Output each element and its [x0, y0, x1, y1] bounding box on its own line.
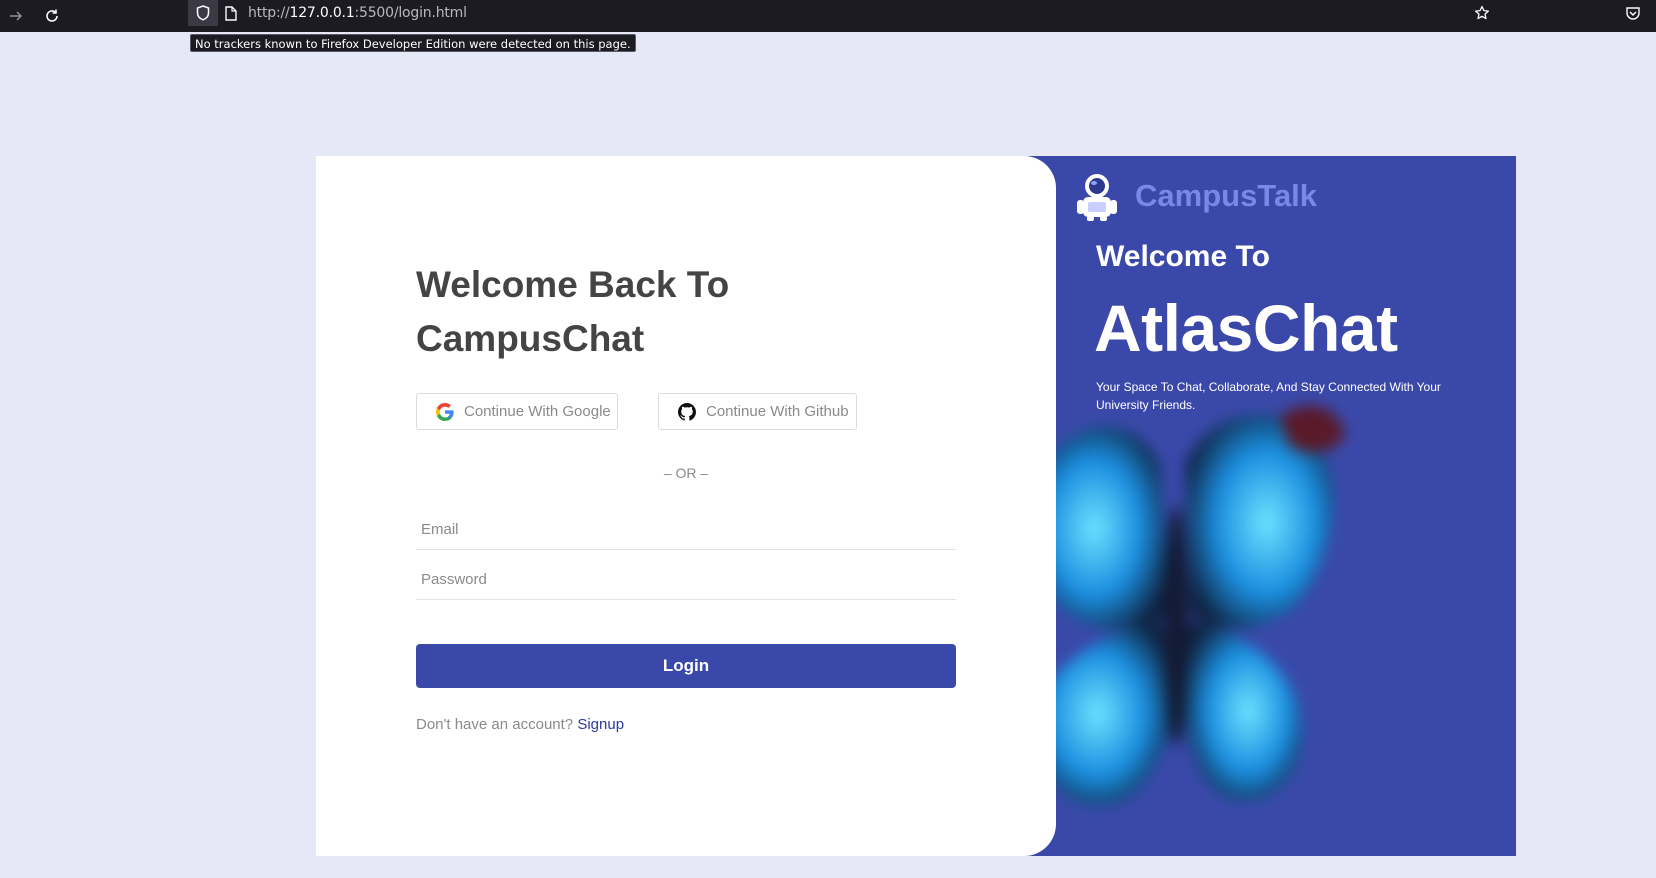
forward-arrow-icon[interactable]	[4, 4, 28, 28]
signup-prompt: Don't have an account? Signup	[416, 716, 624, 733]
promo-tagline: Your Space To Chat, Collaborate, And Sta…	[1096, 380, 1441, 412]
pocket-icon[interactable]	[1621, 1, 1645, 25]
promo-app-name: AtlasChat	[1094, 291, 1398, 365]
reload-icon[interactable]	[40, 4, 64, 28]
title-line-1: Welcome Back To	[416, 264, 730, 305]
promo-welcome: Welcome To	[1096, 240, 1270, 273]
signup-link[interactable]: Signup	[577, 716, 624, 733]
url-path: :5500/login.html	[354, 5, 468, 21]
google-icon	[436, 402, 454, 421]
google-button-label: Continue With Google	[464, 403, 611, 420]
butterfly-image	[1020, 396, 1390, 856]
no-account-text: Don't have an account?	[416, 716, 574, 733]
astronaut-logo-icon	[1074, 170, 1120, 222]
tracker-tooltip: No trackers known to Firefox Developer E…	[190, 34, 636, 52]
page-icon	[224, 5, 238, 21]
shield-icon[interactable]	[188, 0, 218, 26]
url-prefix: http://	[248, 5, 290, 21]
github-icon	[678, 402, 696, 421]
url-host: 127.0.0.1	[289, 5, 355, 21]
brand-name: CampusTalk	[1135, 178, 1318, 213]
or-divider: – OR –	[663, 465, 709, 481]
github-login-button[interactable]: Continue With Github	[658, 393, 857, 430]
login-button[interactable]: Login	[416, 644, 956, 688]
star-icon[interactable]	[1470, 1, 1494, 25]
github-button-label: Continue With Github	[706, 403, 849, 420]
promo-panel: CampusTalk Welcome To AtlasChat Your Spa…	[1020, 156, 1516, 856]
title-line-2: CampusChat	[416, 318, 645, 359]
google-login-button[interactable]: Continue With Google	[416, 393, 618, 430]
page-title: Welcome Back To CampusChat	[416, 258, 976, 366]
url-text[interactable]: http://127.0.0.1:5500/login.html	[248, 5, 467, 21]
password-field[interactable]	[416, 560, 956, 600]
email-field[interactable]	[416, 510, 956, 550]
browser-toolbar: http://127.0.0.1:5500/login.html	[0, 0, 1656, 32]
login-card: Welcome Back To CampusChat Continue With…	[316, 156, 1056, 856]
